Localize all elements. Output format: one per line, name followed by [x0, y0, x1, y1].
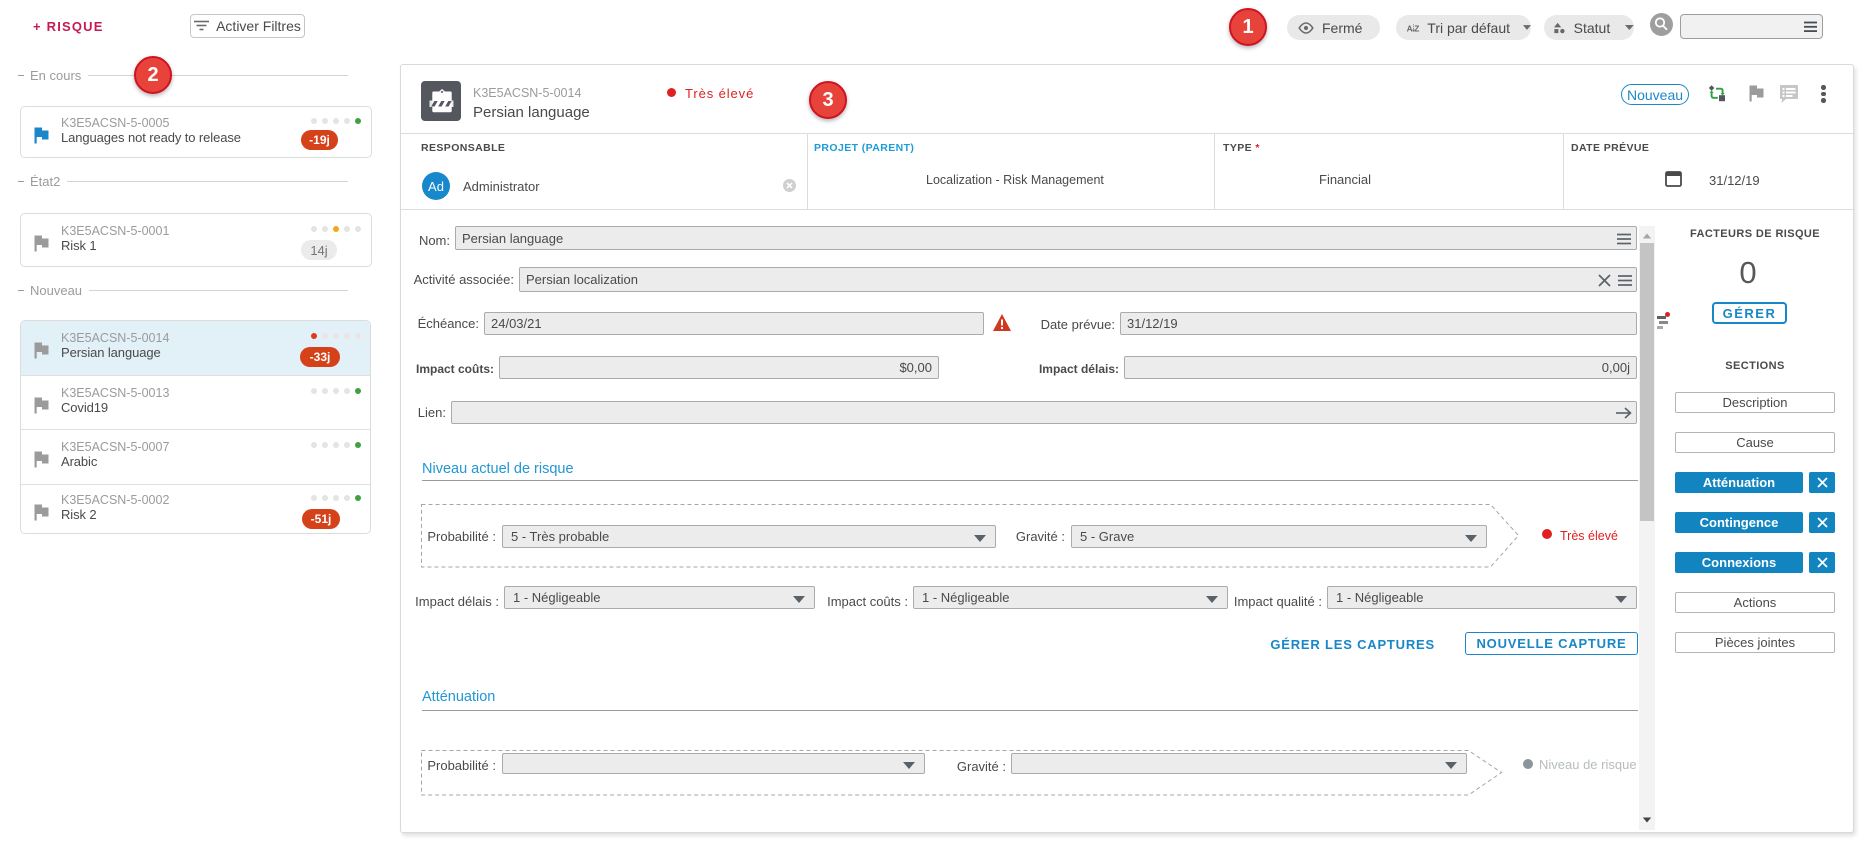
svg-text:Z: Z [1414, 23, 1419, 33]
svg-text:A: A [1407, 23, 1413, 33]
